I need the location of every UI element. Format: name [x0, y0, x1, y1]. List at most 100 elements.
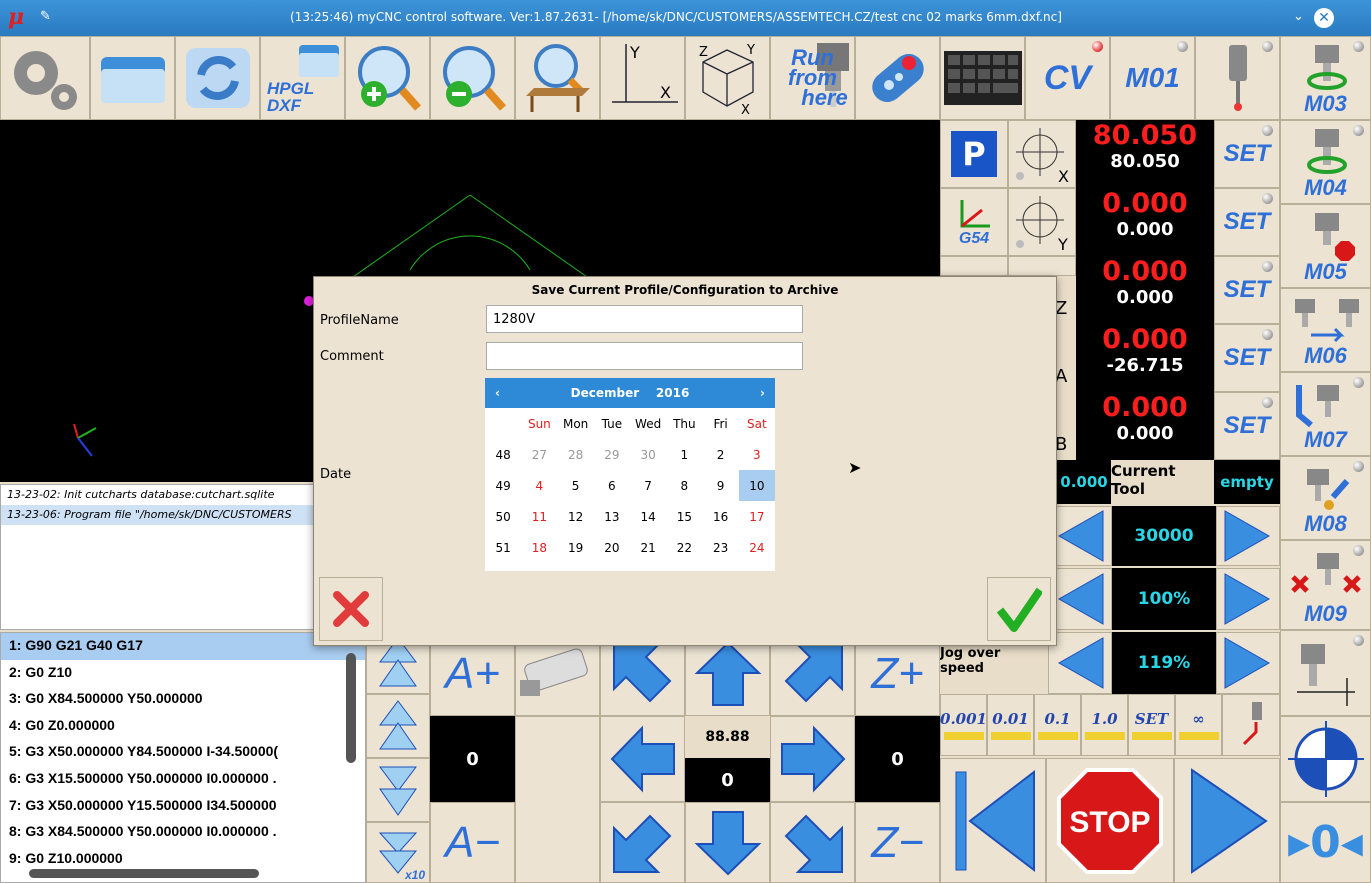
home-button[interactable]: [1280, 716, 1371, 802]
gcode-line[interactable]: 4: G0 Z0.000000: [1, 713, 365, 740]
pendant-button[interactable]: [855, 36, 940, 120]
gcode-line[interactable]: 8: G3 X84.500000 Y50.000000 I0.000000 .: [1, 819, 365, 846]
view-3d-button[interactable]: Z Y X: [685, 36, 770, 120]
gcode-line[interactable]: 7: G3 X50.000000 Y15.500000 I34.500000: [1, 793, 365, 820]
calendar-day[interactable]: 31: [739, 563, 775, 571]
calendar-day[interactable]: 29: [594, 439, 630, 470]
jog-speed-down-button[interactable]: [1048, 632, 1112, 694]
spindle-down-button[interactable]: [1048, 506, 1112, 566]
calendar-year[interactable]: 2016: [656, 386, 689, 400]
step-01-button[interactable]: 0.1: [1034, 694, 1081, 756]
close-icon[interactable]: ✕: [1314, 8, 1334, 28]
zoom-in-button[interactable]: [345, 36, 430, 120]
calendar-day[interactable]: 24: [739, 532, 775, 563]
calendar-day[interactable]: 19: [558, 532, 594, 563]
m07-button[interactable]: M07: [1280, 372, 1371, 456]
jog-z-minus-button[interactable]: Z−: [855, 802, 940, 883]
prev-month-icon[interactable]: ‹: [495, 386, 500, 400]
step-001-button[interactable]: 0.01: [987, 694, 1034, 756]
stop-button[interactable]: STOP: [1046, 758, 1174, 883]
pin-icon[interactable]: ✎: [40, 9, 51, 24]
calendar-day[interactable]: 13: [594, 501, 630, 532]
zero-y-button[interactable]: Y: [1008, 188, 1076, 256]
gcode-list[interactable]: 1: G90 G21 G40 G17 2: G0 Z10 3: G0 X84.5…: [0, 632, 366, 883]
keyboard-button[interactable]: [940, 36, 1025, 120]
calendar-day-selected[interactable]: 10: [738, 470, 775, 501]
calendar-day[interactable]: 9: [703, 470, 739, 501]
vertical-scrollbar[interactable]: [346, 653, 356, 763]
set-b-button[interactable]: SET: [1214, 392, 1280, 460]
calendar-day[interactable]: 27: [521, 439, 557, 470]
calendar-day[interactable]: 30: [630, 439, 666, 470]
calendar-day[interactable]: 5: [558, 470, 594, 501]
park-button[interactable]: P: [940, 120, 1008, 188]
set-a-button[interactable]: SET: [1214, 324, 1280, 392]
reload-button[interactable]: [175, 36, 260, 120]
import-hpgl-dxf-button[interactable]: HPGL DXF: [260, 36, 345, 120]
m03-button[interactable]: M03: [1280, 36, 1371, 120]
start-button[interactable]: [1174, 758, 1280, 883]
open-file-button[interactable]: [90, 36, 175, 120]
cv-button[interactable]: CV: [1025, 36, 1110, 120]
calendar-day[interactable]: 28: [630, 563, 666, 571]
jog-x-plus-button[interactable]: [770, 716, 855, 802]
feed-down-button[interactable]: [1048, 568, 1112, 630]
calendar-day[interactable]: 8: [666, 470, 702, 501]
m01-button[interactable]: M01: [1110, 36, 1195, 120]
calendar-day[interactable]: 25: [521, 563, 557, 571]
calendar-day[interactable]: 12: [558, 501, 594, 532]
probe-step-button[interactable]: [1222, 694, 1280, 756]
m04-button[interactable]: M04: [1280, 120, 1371, 204]
horizontal-scrollbar[interactable]: [29, 869, 259, 878]
step-set-button[interactable]: SET: [1128, 694, 1175, 756]
go-to-zero-button[interactable]: ▸0◂: [1280, 802, 1371, 883]
rewind-button[interactable]: [940, 758, 1046, 883]
minimize-chevron-icon[interactable]: ⌄: [1293, 9, 1304, 24]
jog-down-right-button[interactable]: [770, 802, 855, 883]
jog-speed-up-button[interactable]: [1216, 632, 1280, 694]
m06-button[interactable]: M06: [1280, 288, 1371, 372]
calendar-day[interactable]: 7: [630, 470, 666, 501]
step-continuous-button[interactable]: ∞: [1175, 694, 1222, 756]
zoom-out-button[interactable]: [430, 36, 515, 120]
calendar-day[interactable]: 14: [630, 501, 666, 532]
calendar-day[interactable]: 2: [703, 439, 739, 470]
calendar-day[interactable]: 15: [666, 501, 702, 532]
a-minus-button[interactable]: [366, 758, 430, 822]
set-y-button[interactable]: SET: [1214, 188, 1280, 256]
gcode-line[interactable]: 2: G0 Z10: [1, 660, 365, 687]
calendar-day[interactable]: 29: [666, 563, 702, 571]
calendar-day[interactable]: 23: [703, 532, 739, 563]
probe-button[interactable]: [1195, 36, 1280, 120]
calendar-month[interactable]: December: [571, 386, 640, 400]
calendar-day[interactable]: 6: [594, 470, 630, 501]
tool-length-button[interactable]: [1280, 630, 1371, 716]
offset-button[interactable]: [940, 256, 1008, 276]
gcode-line[interactable]: 3: G0 X84.500000 Y50.000000: [1, 686, 365, 713]
calendar-day[interactable]: 11: [521, 501, 557, 532]
calendar-day[interactable]: 21: [630, 532, 666, 563]
spindle-up-button[interactable]: [1216, 506, 1280, 566]
feed-up-button[interactable]: [1216, 568, 1280, 630]
m08-button[interactable]: M08: [1280, 456, 1371, 540]
view-xy-button[interactable]: YX: [600, 36, 685, 120]
a-minus-x10-button[interactable]: x10: [366, 822, 430, 883]
calendar-day[interactable]: 4: [521, 470, 557, 501]
cancel-button[interactable]: [319, 577, 383, 641]
ok-button[interactable]: [987, 577, 1051, 641]
calendar-day[interactable]: 27: [594, 563, 630, 571]
settings-button[interactable]: [0, 36, 90, 120]
m09-button[interactable]: M09: [1280, 540, 1371, 630]
calendar-day[interactable]: 26: [558, 563, 594, 571]
step-0001-button[interactable]: 0.001: [940, 694, 987, 756]
gcode-line[interactable]: 6: G3 X15.500000 Y50.000000 I0.000000 .: [1, 766, 365, 793]
jog-x-minus-button[interactable]: [600, 716, 685, 802]
calendar-day[interactable]: 30: [703, 563, 739, 571]
zoom-table-button[interactable]: [515, 36, 600, 120]
calendar-day[interactable]: 3: [739, 439, 775, 470]
run-from-here-button[interactable]: Run from here: [770, 36, 855, 120]
calendar-day[interactable]: 18: [521, 532, 557, 563]
date-calendar[interactable]: ‹ December 2016 › Sun Mon Tue Wed Thu Fri Sat 48…: [485, 378, 775, 571]
m05-button[interactable]: M05: [1280, 204, 1371, 288]
gcode-line[interactable]: 5: G3 X50.000000 Y84.500000 I-34.50000(: [1, 739, 365, 766]
